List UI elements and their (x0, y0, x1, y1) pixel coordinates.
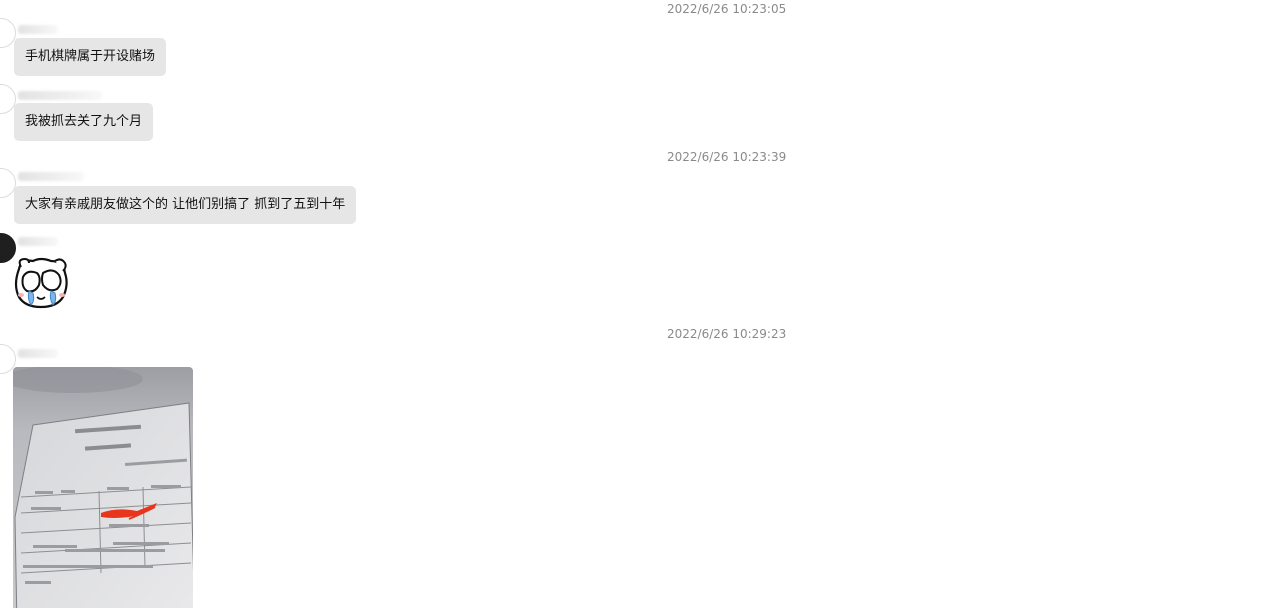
crying-bear-sticker-icon[interactable] (11, 255, 71, 311)
sender-name-redacted (18, 25, 58, 34)
message-timestamp: 2022/6/26 10:23:39 (667, 150, 787, 164)
message-bubble[interactable]: 大家有亲戚朋友做这个的 让他们别搞了 抓到了五到十年 (14, 186, 357, 224)
sender-name-redacted (18, 237, 58, 246)
chat-history: 2022/6/26 10:23:05 手机棋牌属于开设赌场 我被抓去关了九个月 … (0, 0, 1287, 608)
sender-name-redacted (18, 91, 102, 100)
sender-name-redacted (18, 349, 58, 358)
message-bubble[interactable]: 手机棋牌属于开设赌场 (14, 38, 167, 76)
sender-name-redacted (18, 172, 84, 181)
message-timestamp: 2022/6/26 10:23:05 (667, 2, 787, 16)
message-timestamp: 2022/6/26 10:29:23 (667, 327, 787, 341)
certificate-photo-icon[interactable] (13, 367, 193, 608)
message-bubble[interactable]: 我被抓去关了九个月 (14, 103, 154, 141)
